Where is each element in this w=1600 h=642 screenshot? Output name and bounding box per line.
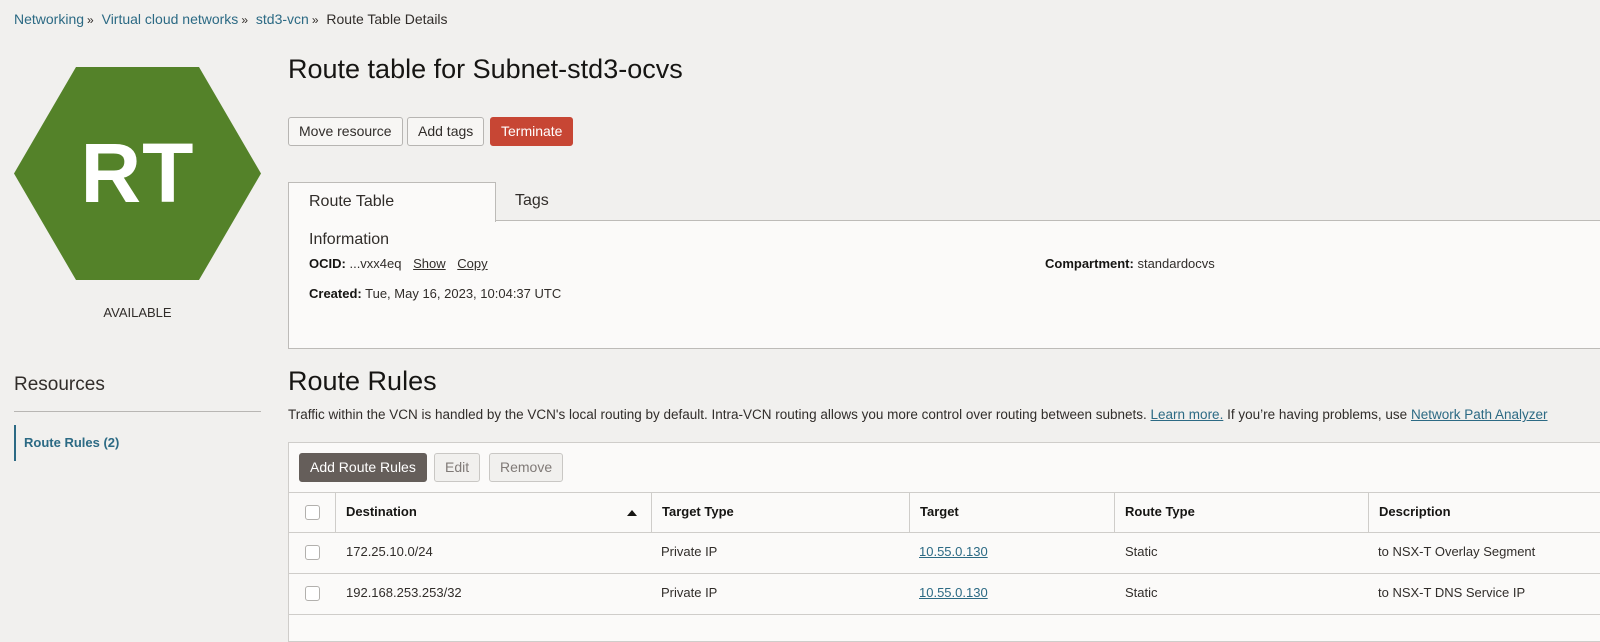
route-table-info-panel: OCID: ...vxx4eq Show Copy Created: Tue, … xyxy=(288,220,1600,349)
cell-description: to NSX-T Overlay Segment xyxy=(1378,544,1536,559)
sort-ascending-icon xyxy=(627,510,637,516)
compartment-field: Compartment: standardocvs xyxy=(1045,256,1215,271)
terminate-button[interactable]: Terminate xyxy=(490,117,574,146)
ocid-copy-link[interactable]: Copy xyxy=(457,256,487,271)
created-field: Created: Tue, May 16, 2023, 10:04:37 UTC xyxy=(309,286,561,301)
route-rules-heading: Route Rules xyxy=(288,366,437,396)
cell-route-type: Static xyxy=(1125,544,1158,559)
add-tags-button[interactable]: Add tags xyxy=(407,117,485,146)
edit-button[interactable]: Edit xyxy=(434,453,481,482)
breadcrumb-networking[interactable]: Networking xyxy=(14,11,84,27)
column-header-target[interactable]: Target xyxy=(910,493,1115,533)
breadcrumb: Networking» Virtual cloud networks» std3… xyxy=(14,11,448,27)
remove-button[interactable]: Remove xyxy=(489,453,564,482)
add-route-rules-button[interactable]: Add Route Rules xyxy=(299,453,427,482)
breadcrumb-current: Route Table Details xyxy=(326,11,448,27)
select-all-cell xyxy=(289,493,336,533)
cell-route-type: Static xyxy=(1125,585,1158,600)
description-text-2: If you’re having problems, use xyxy=(1227,407,1408,422)
route-table-icon-text: RT xyxy=(80,126,195,220)
ocid-show-link[interactable]: Show xyxy=(413,256,446,271)
table-header: Destination Target Type Target Route Typ… xyxy=(289,492,1600,533)
breadcrumb-separator: » xyxy=(311,13,319,27)
breadcrumb-separator: » xyxy=(241,13,248,27)
column-header-destination[interactable]: Destination xyxy=(336,493,652,533)
learn-more-link[interactable]: Learn more. xyxy=(1151,407,1224,422)
sidebar-item-route-rules[interactable]: Route Rules (2) xyxy=(14,425,119,461)
status-badge: AVAILABLE xyxy=(103,305,172,320)
column-label: Destination xyxy=(346,504,417,519)
column-header-route-type[interactable]: Route Type xyxy=(1115,493,1369,533)
cell-target-link[interactable]: 10.55.0.130 xyxy=(919,544,988,559)
tab-tags[interactable]: Tags xyxy=(495,182,569,221)
description-text: Traffic within the VCN is handled by the… xyxy=(288,407,1147,422)
network-path-analyzer-link[interactable]: Network Path Analyzer xyxy=(1411,407,1548,422)
created-value: Tue, May 16, 2023, 10:04:37 UTC xyxy=(365,286,562,301)
resources-heading: Resources xyxy=(14,374,105,395)
row-checkbox[interactable] xyxy=(305,545,320,560)
select-all-checkbox[interactable] xyxy=(305,505,320,520)
divider xyxy=(14,411,261,412)
column-header-description[interactable]: Description xyxy=(1369,493,1600,533)
column-header-target-type[interactable]: Target Type xyxy=(652,493,910,533)
cell-target-link[interactable]: 10.55.0.130 xyxy=(919,585,988,600)
table-row: 192.168.253.253/32 Private IP 10.55.0.13… xyxy=(289,574,1600,615)
cell-description: to NSX-T DNS Service IP xyxy=(1378,585,1526,600)
cell-destination: 192.168.253.253/32 xyxy=(346,585,462,600)
compartment-value: standardocvs xyxy=(1137,256,1215,271)
cell-target-type: Private IP xyxy=(661,544,718,559)
cell-target-type: Private IP xyxy=(661,585,718,600)
breadcrumb-separator: » xyxy=(87,13,94,27)
breadcrumb-vcn[interactable]: std3-vcn xyxy=(256,11,309,27)
tab-route-table-information[interactable]: Route Table Information xyxy=(288,182,496,248)
route-rules-table: Add Route Rules Edit Remove Destination … xyxy=(288,442,1600,642)
route-table-icon: RT xyxy=(14,67,261,280)
route-rules-description: Traffic within the VCN is handled by the… xyxy=(288,407,1548,422)
table-row: 172.25.10.0/24 Private IP 10.55.0.130 St… xyxy=(289,533,1600,574)
page-title: Route table for Subnet-std3-ocvs xyxy=(288,54,683,84)
cell-destination: 172.25.10.0/24 xyxy=(346,544,433,559)
breadcrumb-virtual-cloud-networks[interactable]: Virtual cloud networks xyxy=(102,11,239,27)
compartment-label: Compartment: xyxy=(1045,256,1134,271)
row-checkbox[interactable] xyxy=(305,586,320,601)
created-label: Created: xyxy=(309,286,362,301)
move-resource-button[interactable]: Move resource xyxy=(288,117,403,146)
